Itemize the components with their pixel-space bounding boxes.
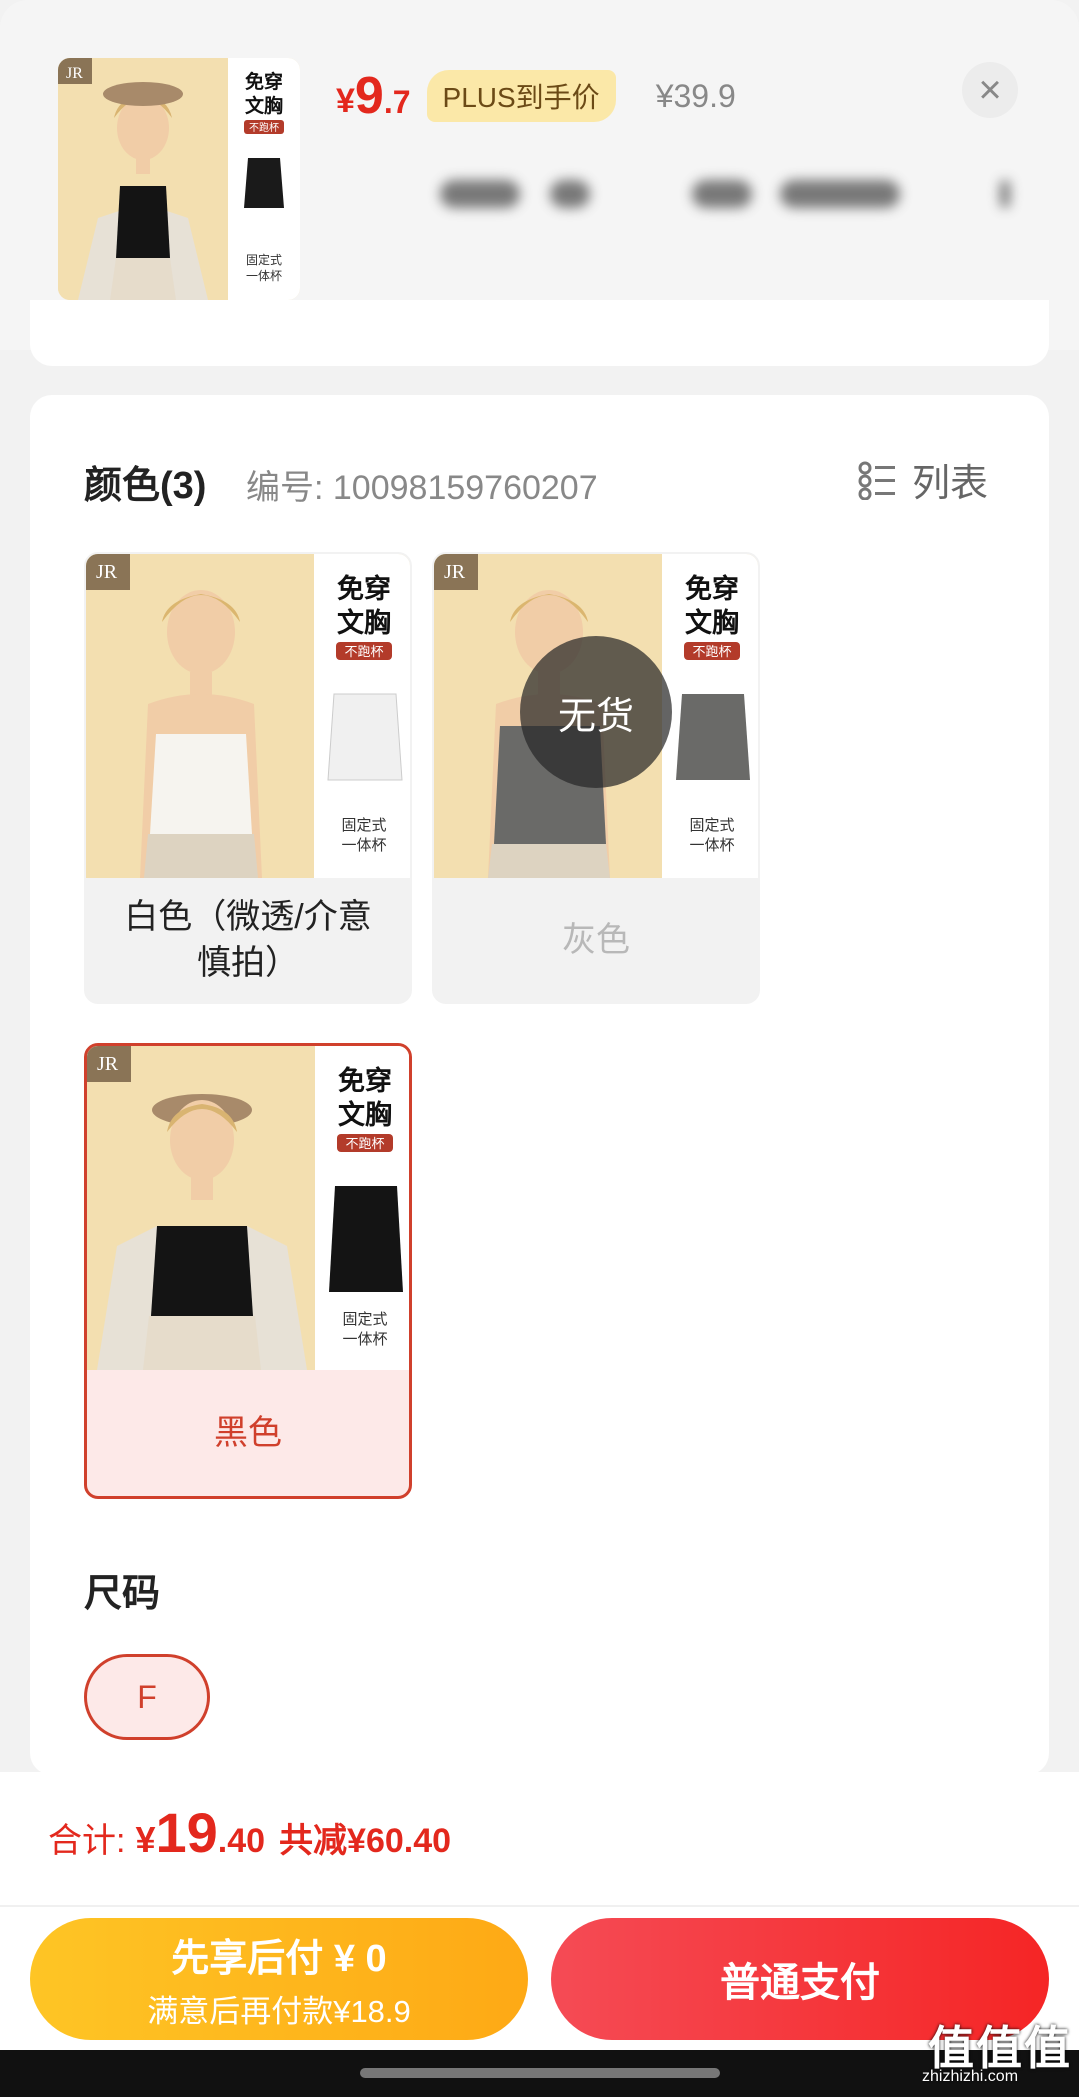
total-integer: 19	[155, 1801, 218, 1864]
svg-text:一体杯: 一体杯	[689, 837, 734, 854]
svg-text:一体杯: 一体杯	[341, 837, 386, 854]
svg-text:JR: JR	[66, 65, 83, 82]
header-card-bottom	[30, 300, 1049, 366]
price-row: ¥ 9 .7 PLUS到手价 ¥39.9	[336, 66, 736, 126]
svg-text:免穿: 免穿	[685, 573, 739, 604]
color-option-image: JR 免穿 文胸 不跑杯 固定式 一体杯	[86, 554, 410, 878]
svg-text:免穿: 免穿	[338, 1065, 392, 1096]
color-option-image: JR 免穿 文胸 不跑杯 固定式 一体杯 无货	[434, 554, 758, 878]
pay-later-subtitle: 满意后再付款¥18.9	[147, 1994, 411, 2029]
svg-text:JR: JR	[96, 561, 118, 583]
svg-text:不跑杯: 不跑杯	[249, 121, 279, 134]
color-option-label: 灰色	[562, 921, 630, 959]
plus-price-badge: PLUS到手价	[426, 70, 616, 122]
svg-text:JR: JR	[444, 561, 466, 583]
product-thumbnail-image: JR 免穿 文胸 不跑杯 固定式 一体杯	[58, 58, 300, 300]
product-thumbnail: JR 免穿 文胸 不跑杯 固定式 一体杯	[58, 58, 300, 300]
svg-text:JR: JR	[97, 1053, 119, 1075]
original-price: ¥39.9	[655, 77, 736, 114]
close-button[interactable]: ×	[962, 62, 1018, 118]
svg-text:文胸: 文胸	[245, 94, 283, 117]
price-currency: ¥	[336, 81, 355, 120]
discount-amount: 共减¥60.40	[279, 1822, 452, 1860]
product-code: 编号: 10098159760207	[246, 469, 598, 507]
total-row: 合计: ¥ 19 .40 共减¥60.40	[48, 1800, 451, 1865]
list-icon	[858, 461, 895, 500]
white-top-image: JR 免穿 文胸 不跑杯 固定式 一体杯	[86, 554, 410, 878]
color-option-black[interactable]: JR 免穿 文胸 不跑杯 固定式 一体杯 黑色	[84, 1043, 412, 1499]
price-decimal: .7	[383, 83, 411, 120]
svg-text:文胸: 文胸	[338, 1099, 392, 1130]
divider	[0, 1905, 1079, 1907]
pay-later-button[interactable]: 先享后付 ¥ 0 满意后再付款¥18.9	[30, 1918, 528, 2040]
svg-text:固定式: 固定式	[689, 817, 734, 834]
svg-text:文胸: 文胸	[685, 607, 739, 638]
svg-text:免穿: 免穿	[337, 573, 391, 604]
watermark-url: zhizhizhi.com	[922, 2068, 1019, 2085]
svg-text:文胸: 文胸	[337, 607, 391, 638]
color-option-label: 黑色	[214, 1414, 282, 1452]
black-top-image: JR 免穿 文胸 不跑杯 固定式 一体杯	[87, 1046, 409, 1370]
svg-text:一体杯: 一体杯	[246, 269, 282, 283]
list-view-toggle[interactable]: 列表	[858, 452, 988, 507]
out-of-stock-badge: 无货	[520, 636, 672, 788]
color-option-white[interactable]: JR 免穿 文胸 不跑杯 固定式 一体杯 白色（微透/介意慎拍）	[84, 552, 412, 1004]
svg-text:固定式: 固定式	[342, 1311, 387, 1328]
svg-text:不跑杯: 不跑杯	[692, 644, 731, 659]
color-section-title: 颜色(3)	[84, 465, 207, 507]
color-option-label: 白色（微透/介意慎拍）	[124, 898, 372, 982]
svg-text:不跑杯: 不跑杯	[344, 644, 383, 659]
svg-text:免穿: 免穿	[245, 70, 283, 93]
home-indicator[interactable]	[360, 2068, 720, 2078]
list-toggle-label: 列表	[912, 463, 989, 505]
total-decimal: .40	[217, 1822, 266, 1860]
svg-text:一体杯: 一体杯	[342, 1331, 387, 1348]
blurred-selection-text	[440, 170, 1020, 220]
size-option-f[interactable]: F	[84, 1654, 210, 1740]
color-option-gray[interactable]: JR 免穿 文胸 不跑杯 固定式 一体杯 无货 灰色	[432, 552, 760, 1004]
total-label: 合计:	[48, 1822, 126, 1860]
pay-later-title: 先享后付 ¥ 0	[171, 1938, 387, 1980]
color-option-image: JR 免穿 文胸 不跑杯 固定式 一体杯	[87, 1046, 409, 1370]
close-icon: ×	[978, 68, 1002, 112]
svg-text:固定式: 固定式	[341, 817, 386, 834]
svg-text:固定式: 固定式	[246, 252, 282, 267]
price-integer: 9	[354, 67, 384, 125]
svg-text:不跑杯: 不跑杯	[345, 1136, 384, 1151]
total-currency: ¥	[135, 1819, 156, 1860]
size-section-title: 尺码	[84, 1573, 161, 1615]
